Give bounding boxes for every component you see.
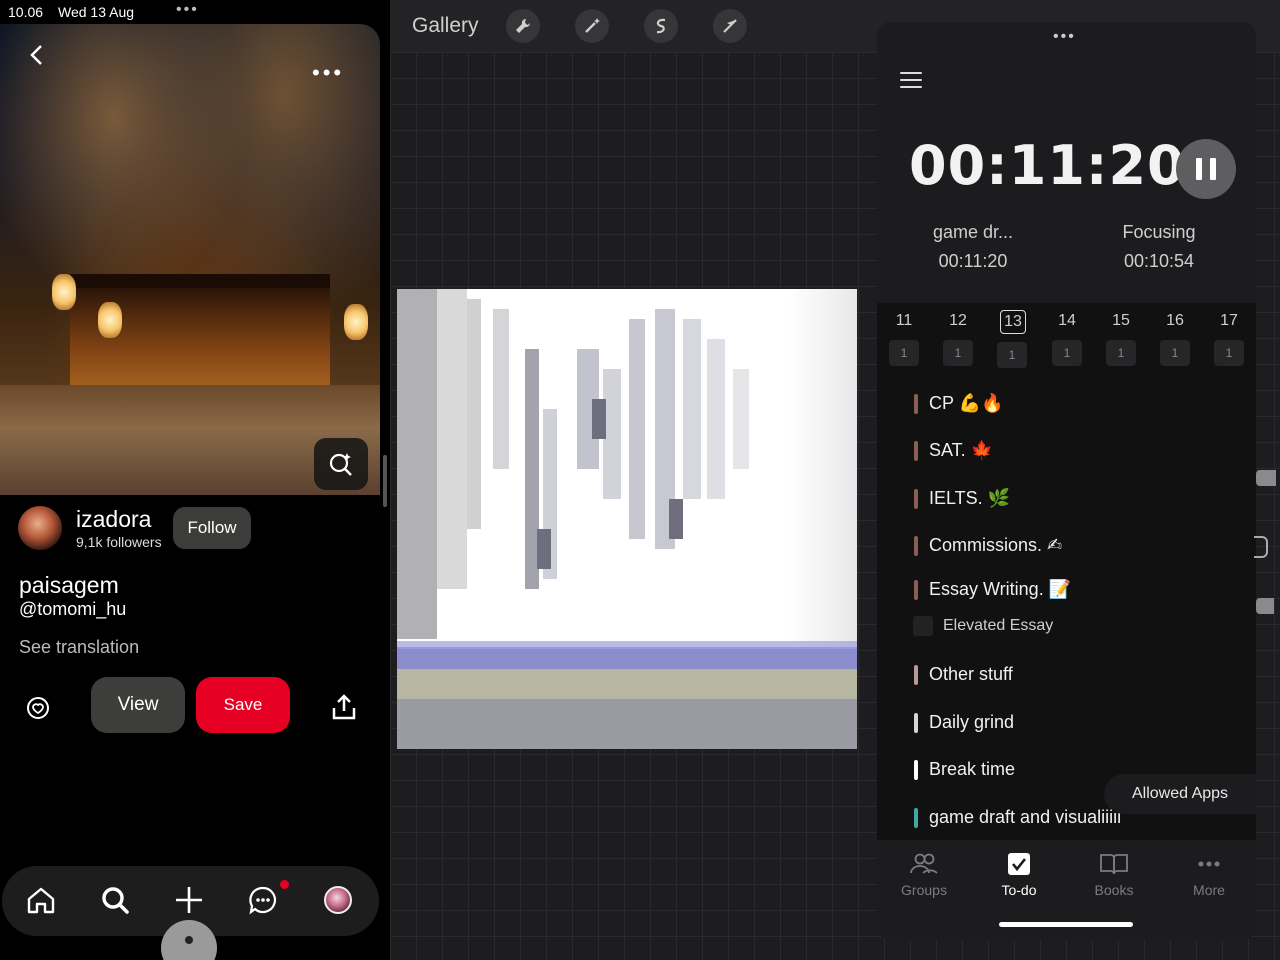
- pin-source-handle[interactable]: @tomomi_hu: [19, 599, 126, 620]
- tab-label: To-do: [1001, 882, 1037, 898]
- create-plus-icon[interactable]: [173, 884, 207, 918]
- task-color-bar: [914, 536, 918, 556]
- subtask-item[interactable]: Elevated Essay: [913, 616, 1053, 636]
- procreate-modify-button[interactable]: [1254, 536, 1268, 558]
- tab-label: Groups: [901, 882, 947, 898]
- current-task-stat: game dr... 00:11:20: [913, 222, 1033, 272]
- see-translation-link[interactable]: See translation: [19, 637, 139, 658]
- lantern-shape: [52, 274, 76, 310]
- day-cell[interactable]: 14 1: [1052, 303, 1082, 366]
- books-icon: [1069, 852, 1159, 878]
- task-item[interactable]: Break time: [914, 759, 1015, 780]
- task-item[interactable]: Essay Writing. 📝: [914, 579, 1071, 600]
- task-color-bar: [914, 665, 918, 685]
- pause-button[interactable]: [1176, 139, 1236, 199]
- tab-label: Books: [1094, 882, 1134, 898]
- day-cell-selected[interactable]: 13 1: [997, 303, 1027, 368]
- author-name[interactable]: izadora: [76, 506, 151, 533]
- profile-avatar[interactable]: [324, 886, 352, 914]
- focus-mode-stat: Focusing 00:10:54: [1099, 222, 1219, 272]
- wrench-icon[interactable]: [506, 9, 540, 43]
- magic-wand-icon[interactable]: [575, 9, 609, 43]
- back-icon[interactable]: [22, 40, 52, 70]
- current-task-name: game dr...: [932, 222, 1014, 242]
- hamburger-menu-icon[interactable]: [900, 72, 922, 93]
- tab-label: More: [1193, 882, 1225, 898]
- lens-search-icon: [329, 453, 352, 476]
- tab-groups[interactable]: Groups: [879, 852, 969, 898]
- current-task-time: 00:11:20: [938, 251, 1008, 271]
- task-list: CP 💪🔥 SAT. 🍁 IELTS. 🌿 Commissions. ✍ Ess…: [877, 373, 1256, 840]
- notification-badge: [280, 880, 289, 889]
- pin-actions: View Save: [0, 676, 390, 736]
- task-color-bar: [914, 394, 918, 414]
- week-strip: 11 1 12 1 13 1 14 1 15 1 16 1 17 1: [877, 303, 1256, 373]
- task-color-bar: [914, 441, 918, 461]
- view-button[interactable]: View: [91, 677, 185, 733]
- task-color-bar: [914, 760, 918, 780]
- day-cell[interactable]: 12 1: [943, 303, 973, 366]
- lantern-shape: [98, 302, 122, 338]
- share-icon[interactable]: [330, 692, 358, 727]
- pinterest-pane: ••• izadora 9,1k followers Follow paisag…: [0, 0, 390, 960]
- procreate-side-slider[interactable]: [1256, 470, 1276, 486]
- day-cell[interactable]: 11 1: [889, 303, 919, 366]
- task-color-bar: [914, 580, 918, 600]
- pixel-artwork: [397, 289, 857, 749]
- slideover-grabber[interactable]: •••: [1053, 28, 1076, 46]
- status-date: Wed 13 Aug: [58, 4, 135, 20]
- pin-image[interactable]: [0, 24, 380, 495]
- task-item[interactable]: Commissions. ✍: [914, 535, 1062, 556]
- tab-more[interactable]: More: [1164, 852, 1254, 898]
- comment-icon[interactable]: [24, 694, 52, 727]
- day-cell[interactable]: 15 1: [1106, 303, 1136, 366]
- more-dots-icon: [1164, 852, 1254, 878]
- messages-icon[interactable]: [247, 884, 281, 918]
- allowed-apps-button[interactable]: Allowed Apps: [1104, 774, 1256, 814]
- day-cell[interactable]: 16 1: [1160, 303, 1190, 366]
- task-color-bar: [914, 489, 918, 509]
- task-item[interactable]: Other stuff: [914, 664, 1013, 685]
- lantern-shape: [344, 304, 368, 340]
- follow-button[interactable]: Follow: [173, 507, 251, 549]
- transform-arrow-icon[interactable]: [713, 9, 747, 43]
- task-item[interactable]: CP 💪🔥: [914, 393, 1004, 414]
- pin-title: paisagem: [19, 572, 119, 598]
- status-time: 10.06: [8, 4, 44, 20]
- selection-icon[interactable]: [644, 9, 678, 43]
- multitask-dots[interactable]: •••: [176, 1, 199, 19]
- task-item[interactable]: SAT. 🍁: [914, 440, 993, 461]
- timer-clock: 00:11:20: [909, 134, 1186, 197]
- task-color-bar: [914, 808, 918, 828]
- day-cell[interactable]: 17 1: [1214, 303, 1244, 366]
- task-item[interactable]: game draft and visualiiiii: [914, 807, 1121, 828]
- task-item[interactable]: Daily grind: [914, 712, 1014, 733]
- avatar[interactable]: [18, 506, 62, 550]
- procreate-side-slider[interactable]: [1256, 598, 1274, 614]
- gallery-button[interactable]: Gallery: [412, 14, 479, 38]
- home-icon[interactable]: [25, 884, 59, 918]
- todo-check-icon: [974, 852, 1064, 878]
- save-button[interactable]: Save: [196, 677, 290, 733]
- search-icon[interactable]: [99, 884, 133, 918]
- tab-todo[interactable]: To-do: [974, 852, 1064, 898]
- subtask-checkbox[interactable]: [913, 616, 933, 636]
- focus-timer-panel: ••• 00:11:20 game dr... 00:11:20 Focusin…: [877, 22, 1256, 940]
- more-options-icon[interactable]: •••: [312, 60, 344, 86]
- task-item[interactable]: IELTS. 🌿: [914, 488, 1010, 509]
- mode-name: Focusing: [1122, 222, 1196, 242]
- split-view-handle[interactable]: [383, 455, 387, 507]
- groups-icon: [879, 852, 969, 878]
- timer-header: ••• 00:11:20 game dr... 00:11:20 Focusin…: [877, 22, 1256, 303]
- task-color-bar: [914, 713, 918, 733]
- home-indicator[interactable]: [999, 922, 1133, 927]
- mode-time: 00:10:54: [1123, 251, 1195, 271]
- author-followers: 9,1k followers: [76, 534, 162, 550]
- drawing-canvas[interactable]: [397, 289, 857, 749]
- tab-books[interactable]: Books: [1069, 852, 1159, 898]
- visual-search-button[interactable]: [314, 438, 368, 490]
